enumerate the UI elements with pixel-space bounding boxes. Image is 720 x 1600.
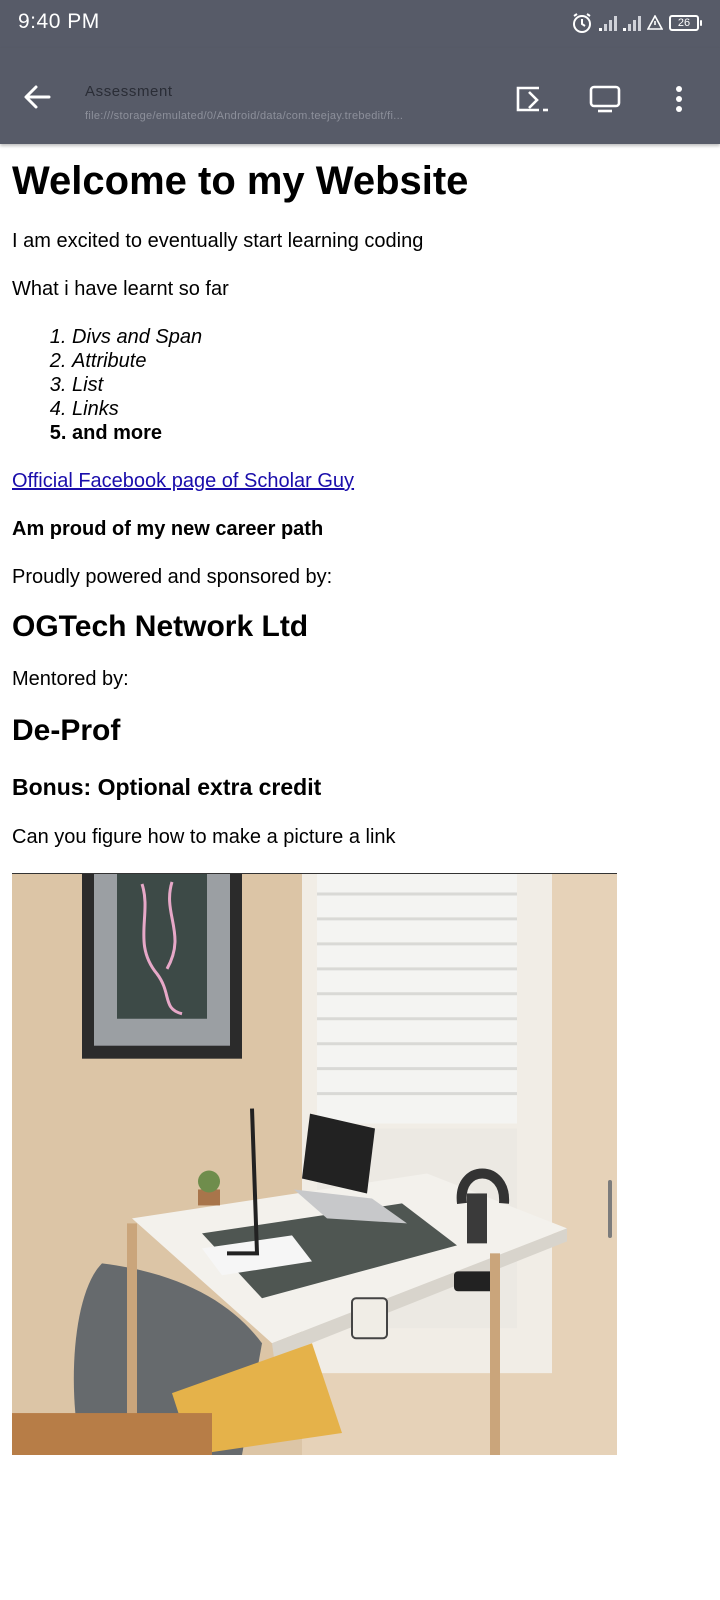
signal-icon-2 [623,15,641,31]
learnt-label: What i have learnt so far [12,278,229,300]
mentored-text: Mentored by: [12,668,129,690]
app-bar: Assessment file:///storage/emulated/0/An… [0,48,720,144]
facebook-page-link[interactable]: Official Facebook page of Scholar Guy [12,469,712,493]
proud-text: Am proud of my new career path [12,518,324,540]
question-text: Can you figure how to make a picture a l… [12,826,396,848]
open-in-browser-icon[interactable] [515,82,549,116]
desktop-view-icon[interactable] [588,82,622,116]
list-item: List [72,373,712,397]
status-bar: 9:40 PM 26 [0,0,720,48]
battery-level: 26 [669,15,699,31]
list-item: Links [72,397,712,421]
list-item: Attribute [72,349,712,373]
learnt-list: Divs and Span Attribute List Links and m… [12,325,712,445]
powered-text: Proudly powered and sponsored by: [12,566,333,588]
back-arrow-icon[interactable] [22,82,52,112]
more-options-icon[interactable] [662,82,696,116]
mentor-name: De-Prof [12,714,121,747]
alarm-icon [573,13,591,33]
bonus-heading: Bonus: Optional extra credit [12,774,322,800]
intro-text: I am excited to eventually start learnin… [12,230,424,252]
scrollbar-thumb[interactable] [608,1180,612,1238]
web-page-content: Welcome to my Website I am excited to ev… [12,144,712,1455]
signal-icon-1 [599,15,617,31]
battery-icon: 26 [669,15,702,31]
document-title: Assessment [85,83,173,100]
list-item: and more [72,421,712,445]
status-time: 9:40 PM [18,10,100,33]
page-heading: Welcome to my Website [12,159,469,203]
list-item: Divs and Span [72,325,712,349]
desk-setup-photo [12,873,617,1455]
document-path: file:///storage/emulated/0/Android/data/… [85,110,404,122]
sponsor-name: OGTech Network Ltd [12,610,309,643]
status-icons: 26 [571,12,702,34]
warning-icon [647,15,663,30]
